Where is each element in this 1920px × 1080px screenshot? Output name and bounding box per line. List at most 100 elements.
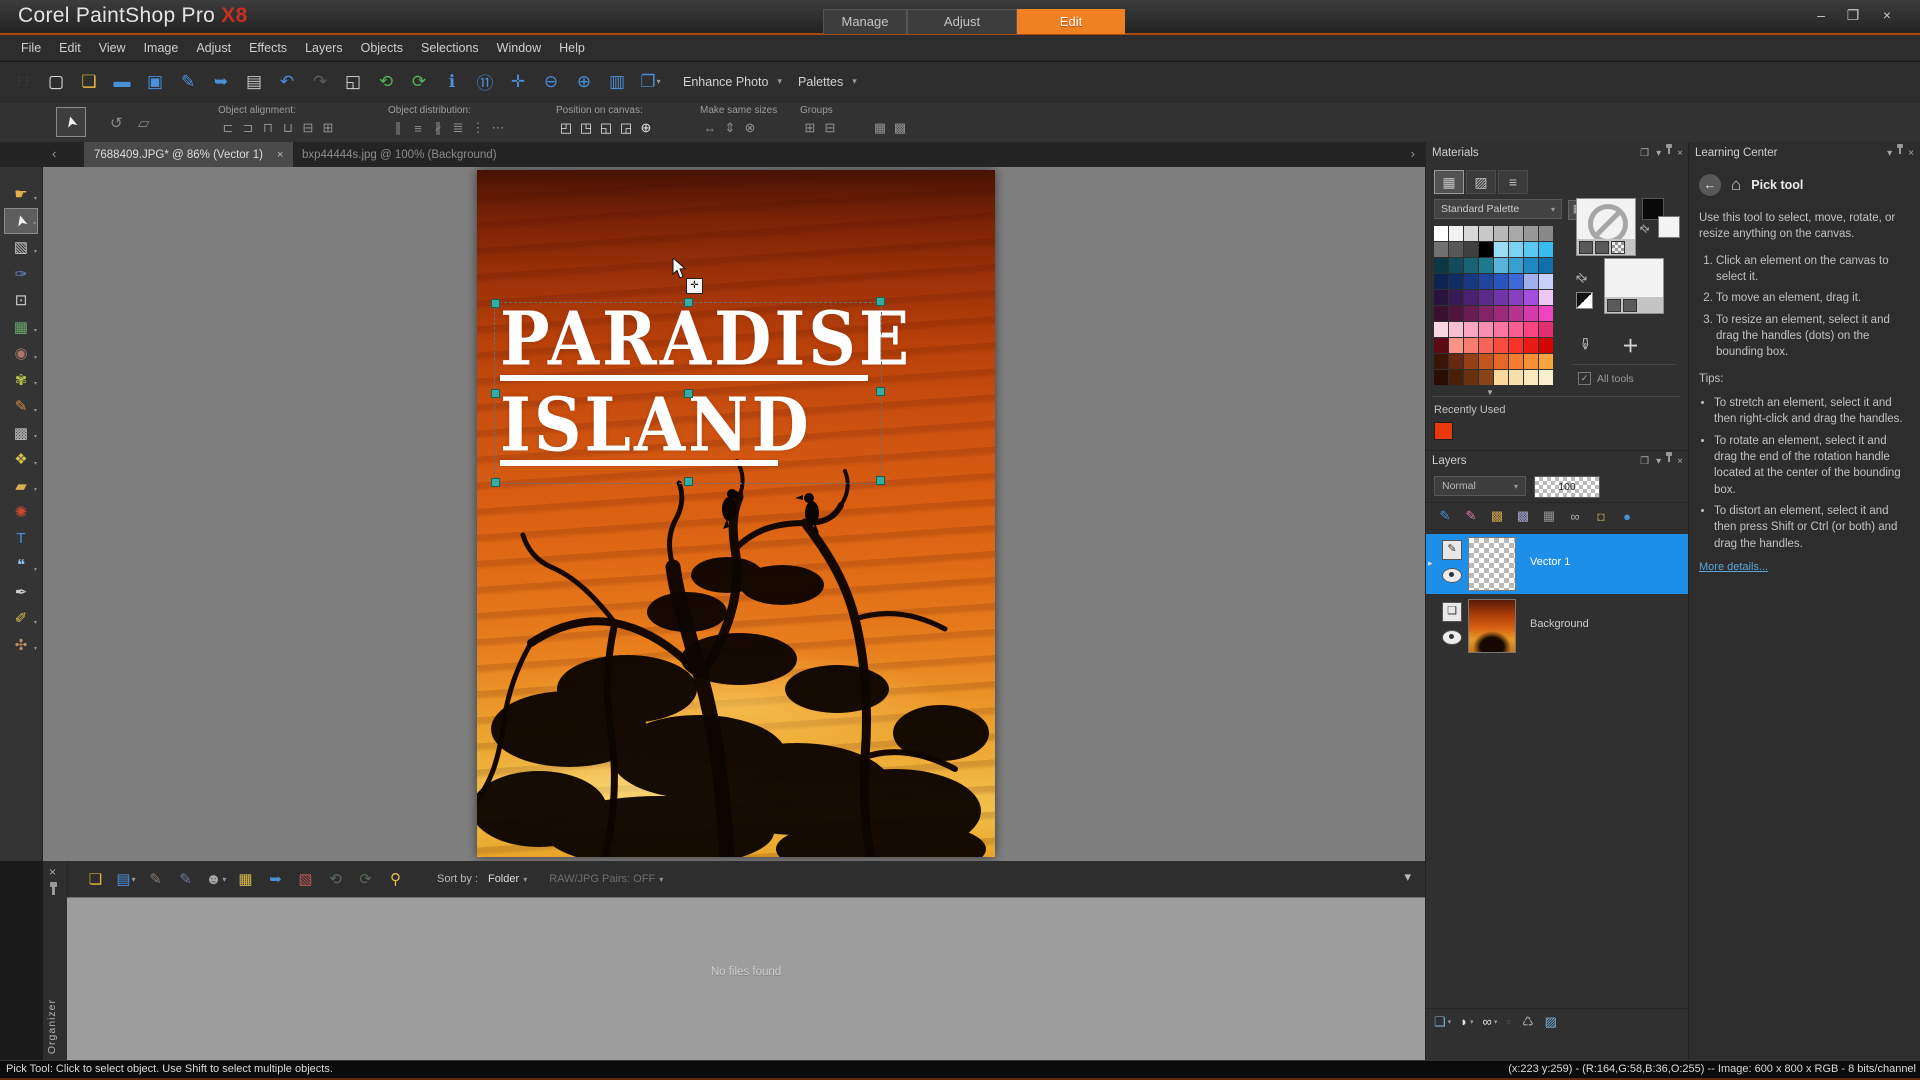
- rotate-right-button[interactable]: ⟳: [354, 867, 378, 891]
- color-swatch[interactable]: [1524, 338, 1538, 353]
- color-swatch[interactable]: [1509, 226, 1523, 241]
- selection-handle[interactable]: [876, 297, 885, 306]
- layers-header[interactable]: Layers ❐ ▾ ×: [1426, 450, 1689, 472]
- color-swatch[interactable]: [1449, 306, 1463, 321]
- color-swatch[interactable]: [1434, 242, 1448, 257]
- all-tools-checkbox[interactable]: ✓ All tools: [1578, 372, 1634, 385]
- print-button[interactable]: ▤: [241, 68, 268, 95]
- color-swatch[interactable]: [1524, 322, 1538, 337]
- more-details-link[interactable]: More details...: [1699, 560, 1907, 576]
- color-swatch[interactable]: [1539, 226, 1553, 241]
- color-swatch[interactable]: [1494, 290, 1508, 305]
- align-icon[interactable]: ⊐: [238, 119, 258, 137]
- panel-close-icon[interactable]: ×: [1908, 148, 1914, 159]
- align-icon[interactable]: ⊞: [318, 119, 338, 137]
- color-swatch[interactable]: [1434, 226, 1448, 241]
- white-swatch[interactable]: [1658, 216, 1680, 238]
- rotate-left-button[interactable]: ⟲: [324, 867, 348, 891]
- sliders-tab[interactable]: ≡: [1498, 170, 1528, 194]
- map-location-button[interactable]: ▦: [234, 867, 258, 891]
- open-button[interactable]: ❏: [76, 68, 103, 95]
- selection-handle[interactable]: [491, 389, 500, 398]
- menu-item[interactable]: Effects: [240, 41, 296, 55]
- float-panel-icon[interactable]: ❐: [1640, 148, 1649, 159]
- group-icon[interactable]: ⊟: [820, 119, 840, 137]
- layer-expand-icon[interactable]: ▸: [1428, 558, 1433, 569]
- picture-tube-tool[interactable]: ❖ ▾: [4, 446, 38, 473]
- pin-icon[interactable]: [50, 882, 57, 895]
- zoom-in-button[interactable]: ⊕: [571, 68, 598, 95]
- layer-name[interactable]: Vector 1: [1530, 556, 1570, 568]
- color-swatch[interactable]: [1464, 354, 1478, 369]
- restore-button[interactable]: ❐: [1840, 5, 1866, 25]
- position-icon[interactable]: ⊕: [636, 119, 656, 137]
- color-swatch[interactable]: [1524, 274, 1538, 289]
- slideshow-button[interactable]: ▧: [294, 867, 318, 891]
- color-swatch[interactable]: [1509, 306, 1523, 321]
- pin-icon[interactable]: [1897, 144, 1904, 154]
- close-button[interactable]: ×: [1874, 5, 1900, 25]
- raw-jpg-pairs-dropdown[interactable]: RAW/JPG Pairs: OFF ▾: [549, 873, 663, 885]
- layer-thumbnail[interactable]: [1468, 599, 1516, 653]
- folder-tree-button[interactable]: ❏: [84, 867, 108, 891]
- makeover-tool[interactable]: ✾ ▾: [4, 367, 38, 394]
- pen-tool[interactable]: ✒: [4, 579, 38, 606]
- layer-thumbnail[interactable]: [1468, 537, 1516, 591]
- resize-button[interactable]: ◱: [340, 68, 367, 95]
- color-swatch[interactable]: [1434, 258, 1448, 273]
- color-swatch[interactable]: [1434, 290, 1448, 305]
- color-swatch[interactable]: [1539, 290, 1553, 305]
- document-tab-active[interactable]: 7688409.JPG* @ 86% (Vector 1) ×: [84, 142, 294, 167]
- dropper-tool[interactable]: ✑: [4, 261, 38, 288]
- color-swatch[interactable]: [1449, 354, 1463, 369]
- color-swatch[interactable]: [1434, 370, 1448, 385]
- distribute-icon[interactable]: ∥: [388, 119, 408, 137]
- selection-tool[interactable]: ▧ ▾: [4, 234, 38, 261]
- menu-item[interactable]: Image: [135, 41, 188, 55]
- tab-scroll-left-icon[interactable]: ‹: [52, 146, 56, 161]
- color-swatch[interactable]: [1524, 226, 1538, 241]
- add-material-icon[interactable]: ＋: [1622, 332, 1639, 357]
- new-layer-button[interactable]: ❏ ▾: [1434, 1014, 1451, 1030]
- color-swatch[interactable]: [1524, 242, 1538, 257]
- color-swatch[interactable]: [1524, 306, 1538, 321]
- quick-rating-button[interactable]: ✎: [174, 867, 198, 891]
- distribute-icon[interactable]: ⋮: [468, 119, 488, 137]
- color-swatch[interactable]: [1494, 338, 1508, 353]
- color-swatch[interactable]: [1449, 242, 1463, 257]
- panel-menu-icon[interactable]: ▾: [1656, 148, 1661, 159]
- red-eye-tool[interactable]: ◉ ▾: [4, 340, 38, 367]
- enhance-photo-button[interactable]: Enhance Photo ▾: [683, 75, 782, 89]
- new-raster-layer-button[interactable]: ✎: [1432, 505, 1458, 527]
- color-swatch[interactable]: [1464, 242, 1478, 257]
- paint-brush-tool[interactable]: ✎ ▾: [4, 393, 38, 420]
- color-swatch[interactable]: [1464, 338, 1478, 353]
- pan-tool[interactable]: ☛ ▾: [4, 181, 38, 208]
- lock-transparency-button[interactable]: ◘: [1588, 505, 1614, 527]
- color-swatch[interactable]: [1449, 370, 1463, 385]
- bg-color-button[interactable]: [1607, 299, 1621, 312]
- color-swatch[interactable]: [1479, 306, 1493, 321]
- distribute-icon[interactable]: ⋯: [488, 119, 508, 137]
- align-icon[interactable]: ⊓: [258, 119, 278, 137]
- layer-visibility-icon[interactable]: [1442, 630, 1462, 645]
- align-icon[interactable]: ⊟: [298, 119, 318, 137]
- minimize-button[interactable]: –: [1808, 5, 1834, 25]
- color-swatch[interactable]: [1464, 226, 1478, 241]
- color-swatch[interactable]: [1509, 242, 1523, 257]
- zoom-out-button[interactable]: ⊖: [538, 68, 565, 95]
- dropper-icon[interactable]: ✑: [1575, 337, 1595, 350]
- new-mask-layer-button[interactable]: ▦: [1536, 505, 1562, 527]
- checkbox-icon[interactable]: ✓: [1578, 372, 1591, 385]
- smudge-brush-tool[interactable]: ✣ ▾: [4, 632, 38, 659]
- selection-handle[interactable]: [491, 299, 500, 308]
- layer-row-vector1[interactable]: ▸ ✎ Vector 1: [1426, 534, 1689, 594]
- save-button[interactable]: ▣: [142, 68, 169, 95]
- thumbnail-info-button[interactable]: ▤ ▾: [114, 867, 138, 891]
- color-swatch[interactable]: [1539, 370, 1553, 385]
- color-swatch[interactable]: [1434, 322, 1448, 337]
- foreground-material-well[interactable]: [1576, 198, 1636, 256]
- fg-color-button[interactable]: [1579, 241, 1593, 254]
- color-swatch[interactable]: [1509, 338, 1523, 353]
- same-size-icon[interactable]: ⇔: [700, 119, 720, 137]
